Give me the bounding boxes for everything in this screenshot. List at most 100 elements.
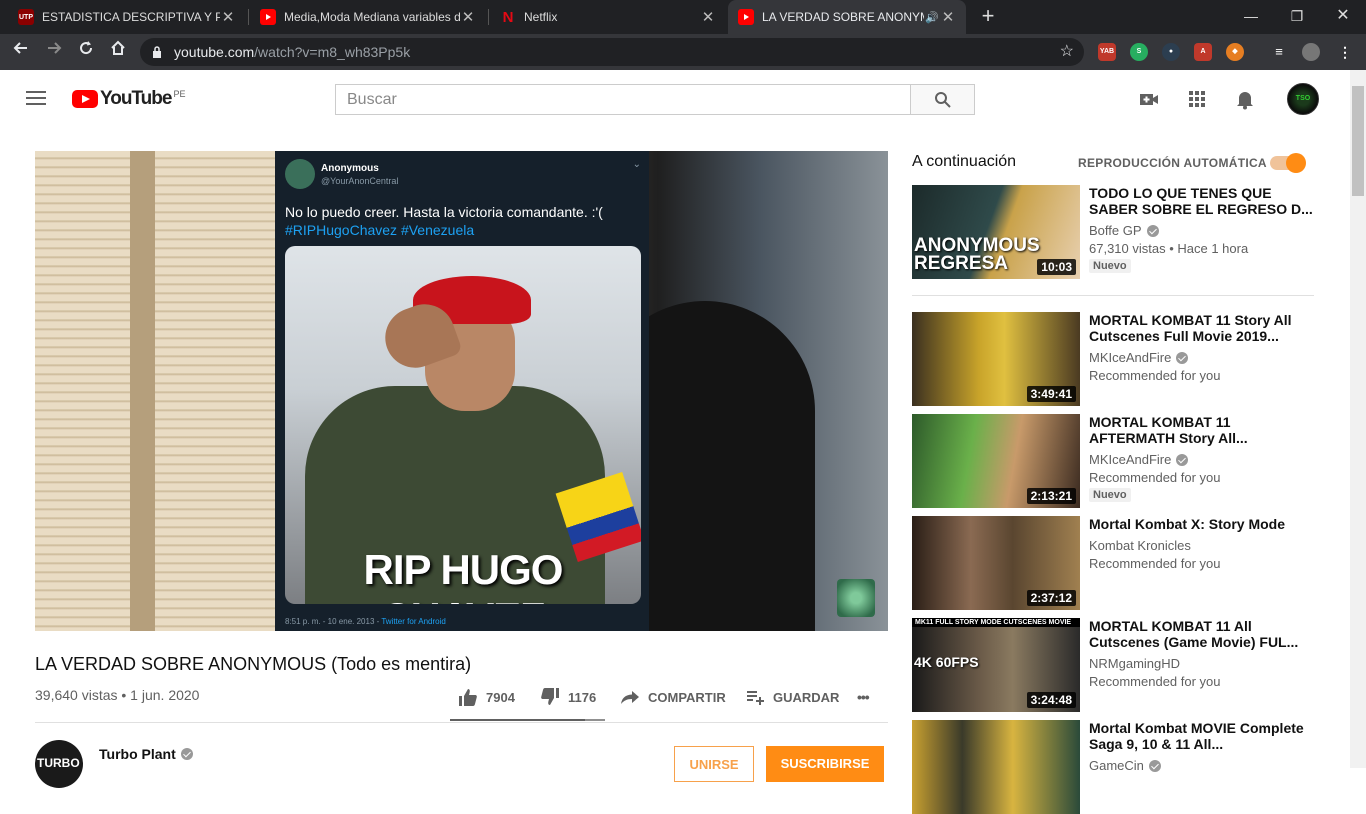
- recommended-video[interactable]: ANONYMOUS REGRESA 10:03 TODO LO QUE TENE…: [912, 185, 1322, 279]
- like-button[interactable]: 7904: [458, 686, 515, 708]
- new-tab-button[interactable]: +: [976, 4, 1000, 28]
- recommended-video[interactable]: 2:37:12 Mortal Kombat X: Story Mode Komb…: [912, 516, 1322, 610]
- forward-icon[interactable]: [42, 40, 66, 64]
- recommended-meta: Recommended for you: [1089, 556, 1221, 571]
- channel-name[interactable]: Turbo Plant: [99, 746, 193, 762]
- youtube-masthead: YouTube PE Buscar TSO: [0, 70, 1350, 126]
- bookmark-star-icon[interactable]: ☆: [1060, 38, 1074, 66]
- video-thumbnail[interactable]: ANONYMOUS REGRESA 10:03: [912, 185, 1080, 279]
- extension-fire-icon[interactable]: ◆: [1226, 43, 1244, 61]
- notifications-bell-icon[interactable]: [1234, 88, 1256, 110]
- extension-yab-icon[interactable]: YAB: [1098, 43, 1116, 61]
- recommended-channel[interactable]: MKIceAndFire: [1089, 452, 1189, 467]
- extension-pdf-icon[interactable]: A: [1194, 43, 1212, 61]
- profile-icon[interactable]: [1302, 43, 1320, 61]
- save-button[interactable]: GUARDAR: [745, 686, 839, 708]
- youtube-icon: [738, 9, 754, 25]
- tweet-time: 8:51 p. m. - 10 ene. 2013 -: [285, 617, 382, 626]
- recommended-channel[interactable]: Kombat Kronicles: [1089, 538, 1191, 553]
- recommended-channel[interactable]: GameCin: [1089, 758, 1161, 773]
- video-thumbnail[interactable]: [912, 720, 1080, 814]
- video-background-blinds: [35, 151, 275, 631]
- close-tab-icon[interactable]: ✕: [460, 8, 476, 26]
- reload-icon[interactable]: [74, 40, 98, 64]
- autoplay-toggle[interactable]: [1270, 153, 1306, 173]
- media-control-icon[interactable]: ≡: [1270, 43, 1288, 61]
- channel-watermark-icon[interactable]: [837, 579, 875, 617]
- tweet-handle: @YourAnonCentral: [321, 176, 399, 186]
- address-bar[interactable]: youtube.com/watch?v=m8_wh83Pp5k ☆: [140, 38, 1084, 66]
- tweet-text: No lo puedo creer. Hasta la victoria com…: [285, 203, 635, 239]
- browser-menu-icon[interactable]: ⋮: [1336, 43, 1354, 61]
- more-actions-icon[interactable]: •••: [857, 686, 870, 708]
- recommended-meta: Recommended for you: [1089, 368, 1221, 383]
- recommended-video-title[interactable]: TODO LO QUE TENES QUE SABER SOBRE EL REG…: [1089, 185, 1314, 217]
- browser-tab[interactable]: N Netflix ✕: [490, 0, 726, 34]
- verified-icon: [1176, 453, 1189, 466]
- recommended-channel[interactable]: MKIceAndFire: [1089, 350, 1189, 365]
- thumbnail-caption: MK11 FULL STORY MODE CUTSCENES MOVIE: [912, 618, 1080, 627]
- recommended-video-title[interactable]: Mortal Kombat MOVIE Complete Saga 9, 10 …: [1089, 720, 1314, 752]
- home-icon[interactable]: [106, 40, 130, 64]
- recommended-video-title[interactable]: MORTAL KOMBAT 11 AFTERMATH Story All...: [1089, 414, 1314, 446]
- recommended-video[interactable]: 3:49:41 MORTAL KOMBAT 11 Story All Cutsc…: [912, 312, 1322, 406]
- recommended-channel[interactable]: Boffe GP: [1089, 223, 1159, 238]
- tweet-avatar: [285, 159, 315, 189]
- close-tab-icon[interactable]: ✕: [220, 8, 236, 26]
- video-thumbnail[interactable]: 2:37:12: [912, 516, 1080, 610]
- close-tab-icon[interactable]: ✕: [700, 8, 716, 26]
- recommended-video[interactable]: Mortal Kombat MOVIE Complete Saga 9, 10 …: [912, 720, 1322, 814]
- video-thumbnail[interactable]: MK11 FULL STORY MODE CUTSCENES MOVIE 4K …: [912, 618, 1080, 712]
- thumbnail-caption: ANONYMOUS REGRESA: [914, 235, 1040, 274]
- minimize-window-icon[interactable]: —: [1236, 4, 1266, 28]
- verified-icon: [180, 748, 193, 760]
- browser-tab-active[interactable]: LA VERDAD SOBRE ANONYM 🔊 ✕: [728, 0, 966, 34]
- account-avatar[interactable]: TSO: [1287, 83, 1319, 115]
- channel-name-text: Turbo Plant: [99, 746, 176, 762]
- menu-icon[interactable]: [26, 91, 46, 105]
- apps-grid-icon[interactable]: [1186, 88, 1208, 110]
- dislike-button[interactable]: 1176: [540, 686, 596, 708]
- video-thumbnail[interactable]: 3:49:41: [912, 312, 1080, 406]
- close-tab-icon[interactable]: ✕: [940, 8, 956, 26]
- video-thumbnail[interactable]: 2:13:21: [912, 414, 1080, 508]
- create-video-icon[interactable]: [1138, 88, 1160, 110]
- page-scrollbar-thumb[interactable]: [1352, 86, 1364, 196]
- add-to-playlist-icon: [747, 691, 764, 705]
- extension-color-icon[interactable]: ●: [1162, 43, 1180, 61]
- browser-toolbar: youtube.com/watch?v=m8_wh83Pp5k ☆ YAB S …: [0, 34, 1366, 70]
- search-input[interactable]: Buscar: [335, 84, 911, 115]
- close-window-icon[interactable]: ✕: [1328, 4, 1358, 28]
- divider: [912, 295, 1314, 296]
- netflix-icon: N: [502, 8, 514, 26]
- like-ratio-fill: [450, 719, 585, 721]
- verified-icon: [1148, 759, 1161, 772]
- youtube-logo[interactable]: YouTube PE: [72, 88, 186, 109]
- join-button[interactable]: UNIRSE: [674, 746, 754, 782]
- tab-title: Media,Moda Mediana variables d: [284, 10, 460, 24]
- recommended-channel[interactable]: NRMgamingHD: [1089, 656, 1180, 671]
- restore-window-icon[interactable]: ❐: [1282, 4, 1312, 28]
- extension-s-icon[interactable]: S: [1130, 43, 1148, 61]
- recommended-video-title[interactable]: MORTAL KOMBAT 11 Story All Cutscenes Ful…: [1089, 312, 1314, 344]
- recommended-video-title[interactable]: MORTAL KOMBAT 11 All Cutscenes (Game Mov…: [1089, 618, 1314, 650]
- channel-avatar[interactable]: TURBO: [35, 740, 83, 788]
- up-next-heading: A continuación: [912, 153, 1017, 170]
- youtube-play-icon: [72, 90, 98, 108]
- search-button[interactable]: [910, 84, 975, 115]
- video-player[interactable]: Anonymous @YourAnonCentral ⌄ No lo puedo…: [35, 151, 888, 631]
- browser-tab[interactable]: UTP ESTADISTICA DESCRIPTIVA Y PRO ✕: [8, 0, 246, 34]
- save-label: GUARDAR: [773, 689, 840, 705]
- share-button[interactable]: COMPARTIR: [620, 686, 726, 708]
- new-badge: Nuevo: [1089, 259, 1131, 273]
- channel-name-text: GameCin: [1089, 758, 1144, 773]
- recommended-video[interactable]: 2:13:21 MORTAL KOMBAT 11 AFTERMATH Story…: [912, 414, 1322, 508]
- back-icon[interactable]: [9, 40, 33, 64]
- tab-title: ESTADISTICA DESCRIPTIVA Y PRO: [42, 10, 220, 24]
- thumbs-up-icon: [459, 689, 477, 706]
- browser-tab[interactable]: Media,Moda Mediana variables d ✕: [250, 0, 486, 34]
- subscribe-button[interactable]: SUSCRIBIRSE: [766, 746, 884, 782]
- audio-playing-icon[interactable]: 🔊: [924, 11, 940, 24]
- recommended-video[interactable]: MK11 FULL STORY MODE CUTSCENES MOVIE 4K …: [912, 618, 1322, 712]
- country-code: PE: [173, 89, 186, 99]
